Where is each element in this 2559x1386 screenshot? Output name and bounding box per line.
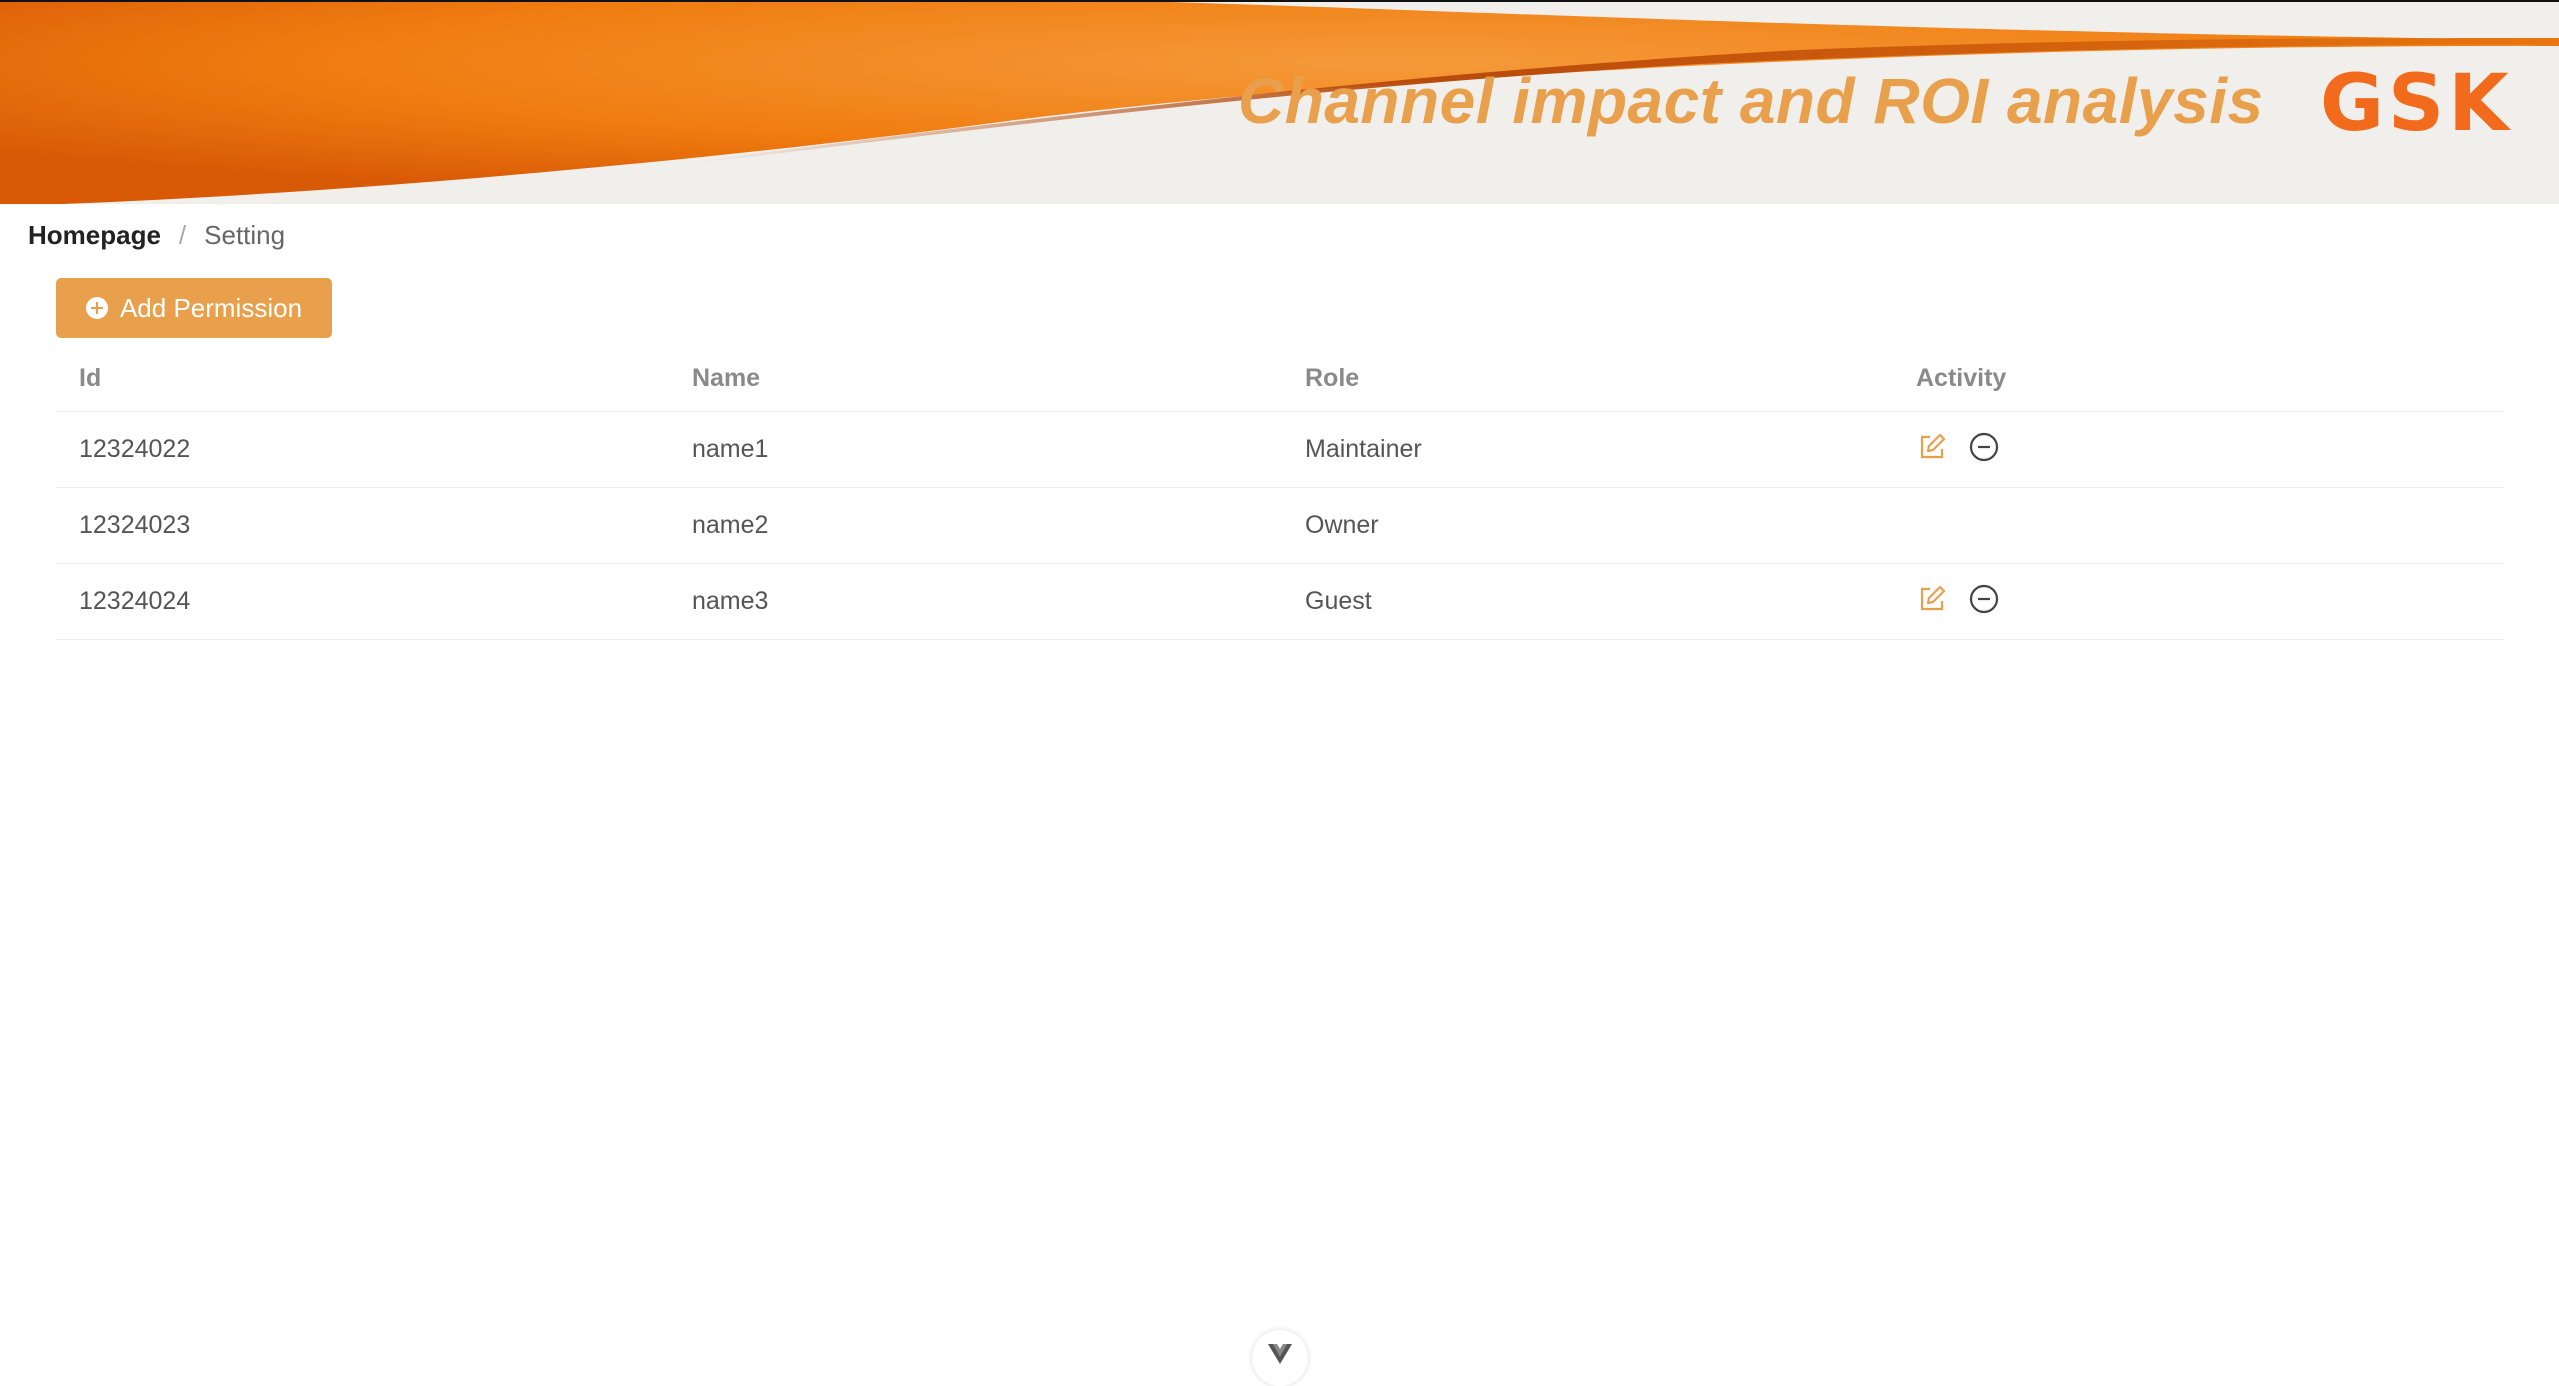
cell-role: Maintainer (1282, 411, 1893, 488)
cell-activity (1893, 411, 2504, 488)
app-title: Channel impact and ROI analysis (1238, 65, 2264, 137)
column-header-role[interactable]: Role (1282, 345, 1893, 412)
edit-icon[interactable] (1916, 583, 1948, 615)
gsk-logo: GSK (2320, 64, 2530, 144)
remove-icon[interactable] (1968, 431, 2000, 463)
cell-name: name2 (669, 487, 1282, 564)
table-row: 12324024 name3 Guest (56, 563, 2504, 640)
table-row: 12324023 name2 Owner (56, 487, 2504, 564)
cell-activity (1893, 563, 2504, 640)
cell-name: name3 (669, 563, 1282, 640)
vue-devtools-toggle[interactable] (1252, 1330, 1308, 1386)
cell-name: name1 (669, 411, 1282, 488)
remove-icon[interactable] (1968, 583, 2000, 615)
add-permission-button[interactable]: Add Permission (56, 278, 332, 338)
breadcrumb-current: Setting (204, 220, 286, 250)
cell-activity (1893, 487, 2504, 564)
cell-id: 12324024 (56, 563, 669, 640)
breadcrumb-separator: / (178, 220, 187, 250)
add-permission-label: Add Permission (119, 292, 303, 323)
column-header-name[interactable]: Name (669, 345, 1282, 412)
breadcrumb-home[interactable]: Homepage (28, 220, 161, 251)
logo-text: GSK (2320, 59, 2513, 149)
app-header: Channel impact and ROI analysis GSK (0, 0, 2559, 204)
table-header-row: Id Name Role Activity (56, 345, 2504, 412)
cell-role: Owner (1282, 487, 1893, 564)
cell-id: 12324023 (56, 487, 669, 564)
cell-role: Guest (1282, 563, 1893, 640)
column-header-activity[interactable]: Activity (1893, 345, 2504, 412)
permission-table: Id Name Role Activity 12324022 name1 Mai… (56, 345, 2504, 640)
cell-id: 12324022 (56, 411, 669, 488)
plus-circle-icon (85, 297, 108, 319)
table-row: 12324022 name1 Maintainer (56, 411, 2504, 488)
column-header-id[interactable]: Id (56, 345, 669, 412)
breadcrumb: Homepage / Setting (28, 220, 285, 251)
edit-icon[interactable] (1916, 431, 1948, 463)
vue-logo-icon (1268, 1344, 1292, 1364)
